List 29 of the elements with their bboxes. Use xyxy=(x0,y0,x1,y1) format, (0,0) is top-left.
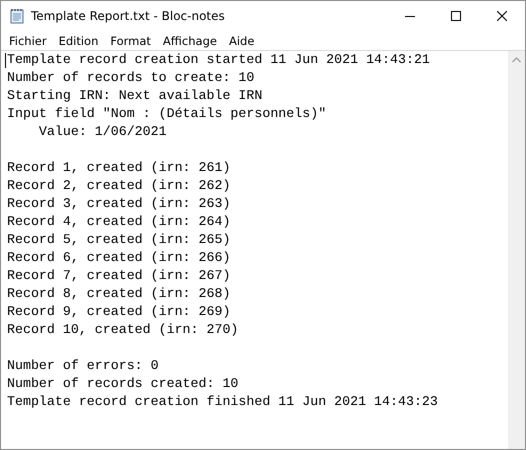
text-line: Number of records to create: 10 xyxy=(7,69,254,87)
text-line: Value: 1/06/2021 xyxy=(38,123,167,141)
text-line: Record 10, created (irn: 270) xyxy=(7,321,238,339)
menu-item[interactable]: Format xyxy=(104,34,157,48)
text-line: Record 9, created (irn: 269) xyxy=(7,303,230,321)
maximize-icon xyxy=(451,11,461,21)
text-line: Record 2, created (irn: 262) xyxy=(7,177,230,195)
text-line: Record 7, created (irn: 267) xyxy=(7,267,230,285)
text-line: Number of errors: 0 xyxy=(7,357,159,375)
close-icon xyxy=(497,11,507,21)
text-line: Template record creation started 11 Jun 2021 14:43:21 xyxy=(7,51,430,69)
window-title: Template Report.txt - Bloc-notes xyxy=(31,9,226,23)
menu-item[interactable]: Edition xyxy=(52,34,104,48)
menu-item[interactable]: Aide xyxy=(222,34,260,48)
menu-item[interactable]: Fichier xyxy=(3,34,53,48)
scrollbar[interactable] xyxy=(508,51,525,449)
text-line: Record 1, created (irn: 261) xyxy=(7,159,230,177)
text-line: Record 6, created (irn: 266) xyxy=(7,249,230,267)
notepad-icon xyxy=(9,8,25,24)
text-line: Template record creation finished 11 Jun 2021 14:43:23 xyxy=(7,393,438,411)
text-line: Record 5, created (irn: 265) xyxy=(7,231,230,249)
text-line: Record 8, created (irn: 268) xyxy=(7,285,230,303)
text-line: Record 3, created (irn: 263) xyxy=(7,195,230,213)
menu-item[interactable]: Affichage xyxy=(156,34,223,48)
text-line: Input field "Nom : (Détails personnels)" xyxy=(7,105,326,123)
text-cursor xyxy=(5,53,6,68)
text-line: Record 4, created (irn: 264) xyxy=(7,213,230,231)
text-line: Starting IRN: Next available IRN xyxy=(7,87,262,105)
text-line: Number of records created: 10 xyxy=(7,375,238,393)
